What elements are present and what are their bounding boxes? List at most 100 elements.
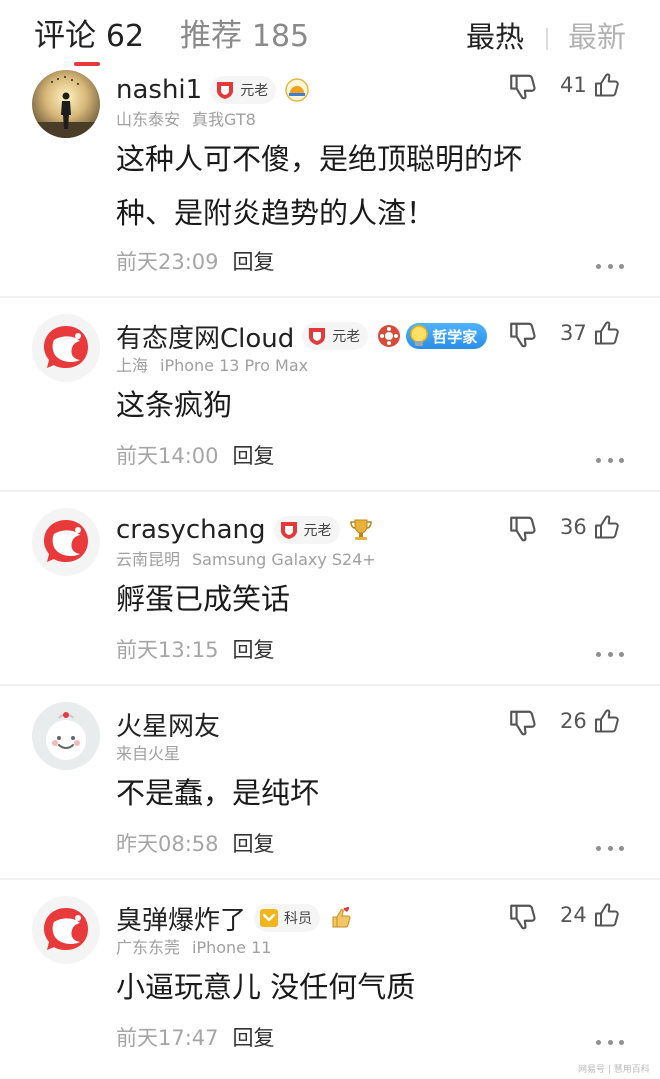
name-row: 有态度网Cloud 元老 哲学家 [116, 318, 488, 355]
comment-text: 小逼玩意儿 没任何气质 [116, 970, 416, 1004]
tab-comments-label: 评论 [34, 18, 96, 54]
username[interactable]: 火星网友 [116, 706, 220, 743]
thumbs-up-icon [593, 901, 621, 929]
comment-text: 这条疯狗 [116, 388, 233, 422]
red-shield-icon [214, 79, 236, 101]
sunset-silhouette-avatar-icon [32, 70, 100, 138]
avatar[interactable] [32, 508, 100, 576]
red-shield-icon [306, 325, 328, 347]
user-meta: 上海 iPhone 13 Pro Max [116, 352, 308, 376]
comment-text-line: 种、是附炎趋势的人渣！ [116, 196, 436, 230]
avatar[interactable] [32, 702, 100, 770]
reply-button[interactable]: 回复 [233, 634, 275, 664]
tab-recommend[interactable]: 推荐 185 [180, 16, 309, 57]
like-button[interactable]: 36 [560, 512, 621, 542]
gold-chevron-icon [258, 907, 280, 929]
sort-hot-button[interactable]: 最热 [466, 18, 524, 56]
comment-text: 不是蠢，是纯坏 [116, 776, 320, 810]
location: 广东东莞 [116, 938, 181, 957]
thumbs-heart-medal-icon[interactable] [328, 905, 354, 931]
comment-footer: 前天17:47 回复 [116, 1022, 275, 1052]
name-row: nashi1 元老 [116, 72, 310, 108]
name-row: 火星网友 [116, 706, 220, 742]
like-count: 24 [560, 903, 587, 927]
user-meta: 云南昆明 Samsung Galaxy S24+ [116, 546, 376, 570]
thumbs-down-icon[interactable] [508, 320, 538, 350]
comment-item: nashi1 元老 山东泰安 真我GT8 这种人可不傻，是绝顶聪明的坏 种、是附炎… [0, 66, 660, 296]
comment-item: 臭弹爆炸了 科员 广东东莞 iPhone 11 小逼玩意儿 没任何气质 前天17:… [0, 880, 660, 1072]
timestamp: 前天14:00 [116, 444, 219, 468]
reply-button[interactable]: 回复 [233, 246, 275, 276]
location: 云南昆明 [116, 550, 181, 569]
comment-item: crasychang 元老 云南昆明 Samsung Galaxy S24+ 孵蛋… [0, 492, 660, 684]
avatar[interactable] [32, 896, 100, 964]
username[interactable]: crasychang [116, 515, 266, 545]
like-button[interactable]: 37 [560, 318, 621, 348]
name-row: 臭弹爆炸了 科员 [116, 900, 354, 936]
comment-item: 火星网友 来自火星 不是蠢，是纯坏 昨天08:58 回复 26 [0, 686, 660, 878]
rank-badge[interactable]: 元老 [210, 76, 277, 104]
netease-red-bubble-avatar-icon [32, 896, 100, 964]
tab-recommend-label: 推荐 [180, 18, 242, 54]
title-tag-label: 哲学家 [432, 327, 478, 346]
rank-badge[interactable]: 元老 [273, 516, 340, 544]
like-count: 26 [560, 709, 587, 733]
like-count: 36 [560, 515, 587, 539]
thumbs-up-icon [593, 319, 621, 347]
thumbs-up-icon [593, 71, 621, 99]
reply-button[interactable]: 回复 [233, 1022, 275, 1052]
like-button[interactable]: 26 [560, 706, 621, 736]
like-button[interactable]: 41 [560, 70, 621, 100]
more-options-icon[interactable] [596, 843, 624, 853]
avatar[interactable] [32, 314, 100, 382]
timestamp: 前天13:15 [116, 638, 219, 662]
timestamp: 前天17:47 [116, 1026, 219, 1050]
sort-new-button[interactable]: 最新 [568, 18, 626, 56]
comment-footer: 前天14:00 回复 [116, 440, 275, 470]
username[interactable]: nashi1 [116, 75, 202, 105]
reply-button[interactable]: 回复 [233, 828, 275, 858]
comment-text: 这种人可不傻，是绝顶聪明的坏 种、是附炎趋势的人渣！ [116, 132, 616, 240]
like-button[interactable]: 24 [560, 900, 621, 930]
tab-recommend-count: 185 [251, 19, 310, 54]
sunrise-medal-icon[interactable] [284, 77, 310, 103]
user-meta: 山东泰安 真我GT8 [116, 106, 256, 130]
more-options-icon[interactable] [596, 261, 624, 271]
trophy-medal-icon[interactable] [348, 517, 374, 543]
more-options-icon[interactable] [596, 649, 624, 659]
red-shield-icon [278, 519, 300, 541]
avatar[interactable] [32, 70, 100, 138]
comment-text: 孵蛋已成笑话 [116, 582, 291, 616]
device: iPhone 11 [192, 938, 272, 957]
thumbs-down-icon[interactable] [508, 514, 538, 544]
thumbs-down-icon[interactable] [508, 708, 538, 738]
tab-comments[interactable]: 评论 62 [34, 16, 144, 57]
reply-button[interactable]: 回复 [233, 440, 275, 470]
like-count: 41 [560, 73, 587, 97]
comment-text-line: 这种人可不傻，是绝顶聪明的坏 [116, 142, 523, 176]
tab-comments-count: 62 [105, 19, 145, 54]
rank-badge-label: 元老 [332, 329, 361, 345]
rank-badge[interactable]: 元老 [302, 322, 369, 350]
like-count: 37 [560, 321, 587, 345]
username[interactable]: 臭弹爆炸了 [116, 900, 246, 937]
comment-item: 有态度网Cloud 元老 哲学家 上海 iPhone 13 Pro Max 这条疯… [0, 298, 660, 490]
comment-footer: 昨天08:58 回复 [116, 828, 275, 858]
user-meta: 来自火星 [116, 740, 180, 764]
more-options-icon[interactable] [596, 1037, 624, 1047]
location: 来自火星 [116, 744, 181, 763]
more-options-icon[interactable] [596, 455, 624, 465]
title-tag[interactable]: 哲学家 [406, 323, 488, 349]
comment-footer: 前天13:15 回复 [116, 634, 275, 664]
username[interactable]: 有态度网Cloud [116, 318, 294, 355]
user-meta: 广东东莞 iPhone 11 [116, 934, 271, 958]
rank-badge-label: 元老 [303, 523, 332, 539]
thumbs-down-icon[interactable] [508, 72, 538, 102]
thumbs-down-icon[interactable] [508, 902, 538, 932]
film-reel-medal-icon[interactable] [376, 323, 402, 349]
rank-badge[interactable]: 科员 [254, 904, 321, 932]
location: 山东泰安 [116, 110, 181, 129]
thumbs-up-icon [593, 513, 621, 541]
thumbs-up-icon [593, 707, 621, 735]
alien-smile-avatar-icon [32, 702, 100, 770]
